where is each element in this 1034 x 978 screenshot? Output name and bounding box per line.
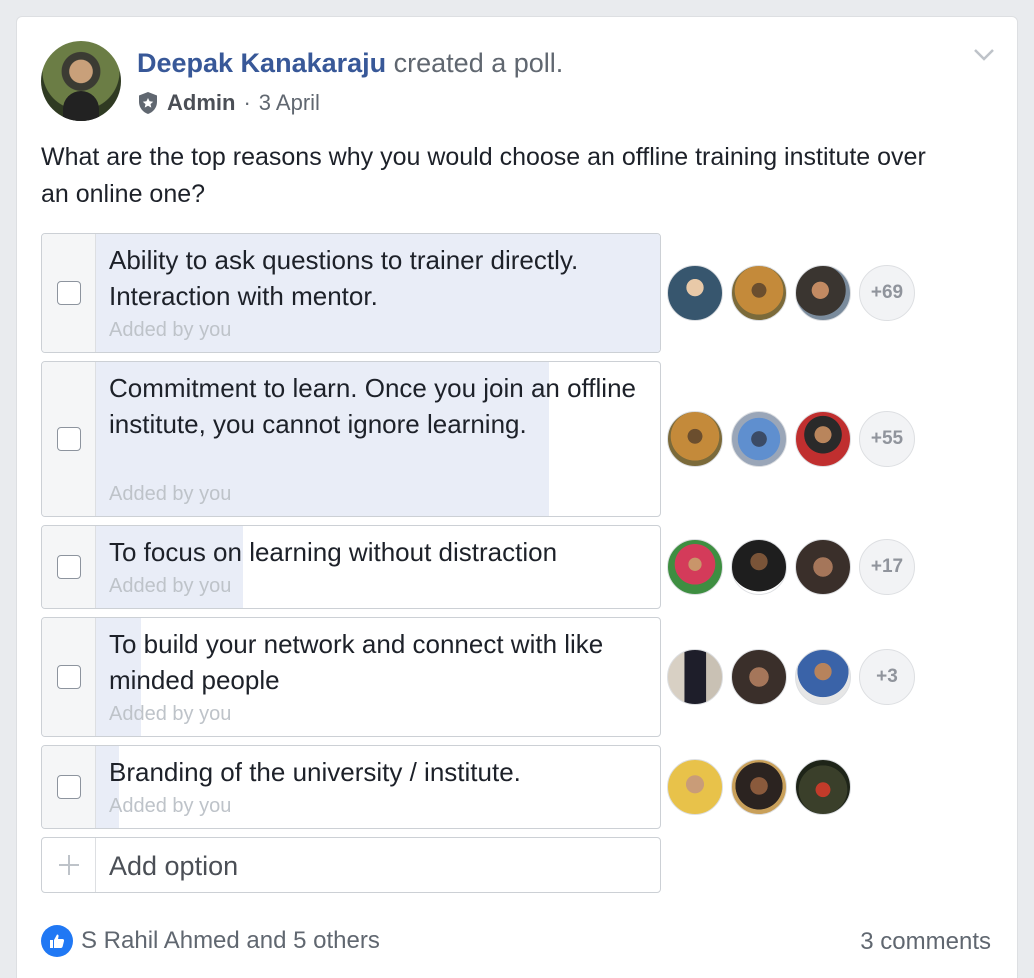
post-meta: Admin · 3 April	[137, 87, 320, 119]
likes-text[interactable]: S Rahil Ahmed and 5 others	[81, 927, 380, 955]
option-text: To focus on learning without distraction	[109, 537, 558, 567]
post-date-link[interactable]: 3 April	[259, 87, 320, 119]
voter-avatar[interactable]	[667, 411, 723, 467]
chevron-down-icon[interactable]	[969, 41, 999, 69]
option-text: To build your network and connect with l…	[109, 629, 604, 695]
post-action-text: created a poll.	[393, 48, 564, 78]
option-text: Commitment to learn. Once you join an of…	[109, 373, 637, 439]
option-checkbox-column	[42, 526, 96, 608]
voter-avatar[interactable]	[667, 759, 723, 815]
option-added-by: Added by you	[109, 795, 232, 817]
option-added-by: Added by you	[109, 575, 232, 597]
voter-avatar[interactable]	[795, 265, 851, 321]
more-voters-count[interactable]: +69	[859, 265, 915, 321]
reactions-summary[interactable]: S Rahil Ahmed and 5 others	[41, 925, 380, 957]
voter-avatar[interactable]	[731, 759, 787, 815]
poll-option[interactable]: To focus on learning without distraction…	[41, 525, 661, 609]
voter-avatar[interactable]	[731, 265, 787, 321]
option-checkbox[interactable]	[57, 555, 81, 579]
meta-separator: ·	[243, 90, 251, 115]
poll-option[interactable]: Commitment to learn. Once you join an of…	[41, 361, 661, 517]
poll-option[interactable]: To build your network and connect with l…	[41, 617, 661, 737]
post-header-title: Deepak Kanakaraju created a poll.	[137, 45, 563, 81]
voter-avatar[interactable]	[731, 539, 787, 595]
voter-avatar[interactable]	[795, 539, 851, 595]
option-voters[interactable]	[667, 759, 859, 815]
admin-badge-label: Admin	[167, 90, 236, 115]
option-checkbox-column	[42, 362, 96, 516]
like-icon	[41, 925, 73, 957]
voter-avatar[interactable]	[795, 411, 851, 467]
poll-option[interactable]: Branding of the university / institute. …	[41, 745, 661, 829]
poll-option[interactable]: Ability to ask questions to trainer dire…	[41, 233, 661, 353]
option-text: Branding of the university / institute.	[109, 757, 521, 787]
option-checkbox[interactable]	[57, 775, 81, 799]
voter-avatar[interactable]	[731, 411, 787, 467]
voter-avatar[interactable]	[795, 759, 851, 815]
option-checkbox-column	[42, 746, 96, 828]
poll-post-card: Deepak Kanakaraju created a poll. Admin …	[16, 16, 1018, 978]
plus-icon[interactable]	[42, 838, 96, 892]
option-checkbox-column	[42, 618, 96, 736]
more-voters-count[interactable]: +17	[859, 539, 915, 595]
option-checkbox[interactable]	[57, 281, 81, 305]
voter-avatar[interactable]	[667, 649, 723, 705]
option-checkbox[interactable]	[57, 427, 81, 451]
more-voters-count[interactable]: +55	[859, 411, 915, 467]
add-option-placeholder: Add option	[109, 851, 239, 881]
voter-avatar[interactable]	[731, 649, 787, 705]
option-checkbox-column	[42, 234, 96, 352]
option-text: Ability to ask questions to trainer dire…	[109, 245, 579, 311]
option-added-by: Added by you	[109, 703, 232, 725]
option-voters[interactable]: +69	[667, 265, 915, 321]
voter-avatar[interactable]	[795, 649, 851, 705]
add-option-field[interactable]: Add option	[41, 837, 661, 893]
author-name-link[interactable]: Deepak Kanakaraju	[137, 48, 386, 78]
option-added-by: Added by you	[109, 319, 232, 341]
author-avatar[interactable]	[41, 41, 121, 121]
option-voters[interactable]: +55	[667, 411, 915, 467]
voter-avatar[interactable]	[667, 539, 723, 595]
voter-avatar[interactable]	[667, 265, 723, 321]
option-added-by: Added by you	[109, 483, 232, 505]
shield-icon	[139, 92, 157, 114]
option-voters[interactable]: +3	[667, 649, 915, 705]
option-voters[interactable]: +17	[667, 539, 915, 595]
comments-count-link[interactable]: 3 comments	[860, 925, 991, 959]
option-checkbox[interactable]	[57, 665, 81, 689]
more-voters-count[interactable]: +3	[859, 649, 915, 705]
poll-question: What are the top reasons why you would c…	[41, 143, 926, 208]
